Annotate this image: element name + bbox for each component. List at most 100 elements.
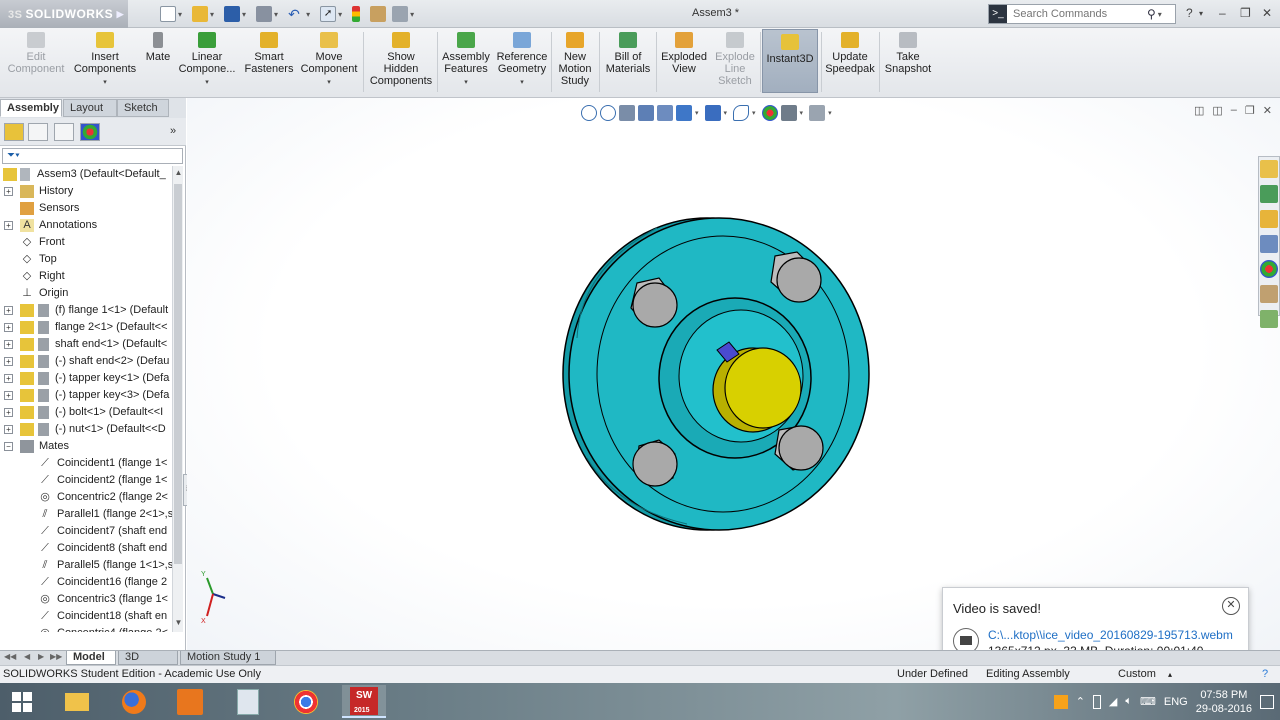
view-palette-icon[interactable] bbox=[1260, 235, 1278, 253]
network-icon[interactable]: ◢ bbox=[1109, 695, 1117, 708]
tree-expand-icon[interactable]: + bbox=[4, 187, 13, 196]
tray-notification-icon[interactable] bbox=[1053, 694, 1068, 709]
tree-expand-icon[interactable]: + bbox=[4, 306, 13, 315]
tab-assembly[interactable]: Assembly bbox=[0, 99, 62, 117]
tree-item-coincident8-shaft-end[interactable]: ⟋ Coincident8 (shaft end bbox=[0, 540, 172, 557]
search-icon[interactable]: ⚲ bbox=[1147, 7, 1156, 21]
volume-icon[interactable]: 🔈︎ bbox=[1125, 695, 1132, 708]
tree-item-history[interactable]: + History bbox=[0, 183, 172, 200]
design-library-icon[interactable] bbox=[1260, 185, 1278, 203]
tree-expand-icon[interactable]: + bbox=[4, 340, 13, 349]
tab-layout[interactable]: Layout bbox=[63, 99, 117, 117]
tab-scroll-prev-icon[interactable]: ◀ bbox=[24, 652, 30, 661]
menu-arrow-icon[interactable]: ▶ bbox=[117, 0, 124, 28]
search-commands-box[interactable]: >_ ⚲ ▾ bbox=[988, 4, 1176, 24]
solidworks-resources-icon[interactable] bbox=[1260, 160, 1278, 178]
new-document-icon[interactable] bbox=[160, 6, 176, 22]
scroll-up-icon[interactable]: ▲ bbox=[173, 168, 184, 180]
search-dropdown-icon[interactable]: ▾ bbox=[1158, 10, 1162, 19]
tab-scroll-next-icon[interactable]: ▶ bbox=[38, 652, 44, 661]
section-view-icon[interactable] bbox=[638, 105, 654, 121]
file-properties-icon[interactable] bbox=[370, 6, 387, 22]
tree-item-coincident1-flange-1[interactable]: ⟋ Coincident1 (flange 1< bbox=[0, 455, 172, 472]
open-dropdown-icon[interactable]: ▾ bbox=[210, 10, 214, 19]
shaft-end-face[interactable] bbox=[724, 347, 802, 429]
tree-scrollbar[interactable]: ▲ ▼ bbox=[172, 166, 183, 632]
calculator-taskbar[interactable] bbox=[226, 685, 270, 718]
tree-item-tapper-key-3-defa[interactable]: + (-) tapper key<3> (Defa bbox=[0, 387, 172, 404]
view-orientation-icon[interactable] bbox=[676, 105, 692, 121]
linear-pattern-dropdown-icon[interactable]: ▾ bbox=[178, 77, 236, 89]
help-status-icon[interactable]: ? bbox=[1262, 666, 1268, 683]
tree-filter-field[interactable]: ⏷▾ bbox=[2, 148, 183, 164]
apply-scene-icon[interactable] bbox=[780, 105, 797, 121]
status-units[interactable]: Custom bbox=[1118, 666, 1156, 683]
tree-expand-icon[interactable]: + bbox=[4, 357, 13, 366]
viewport-close-icon[interactable]: ✕ bbox=[1263, 104, 1272, 117]
save-dropdown-icon[interactable]: ▾ bbox=[242, 10, 246, 19]
battery-icon[interactable] bbox=[1092, 694, 1101, 709]
tree-item-tapper-key-1-defa[interactable]: + (-) tapper key<1> (Defa bbox=[0, 370, 172, 387]
viewport-tile-icon[interactable]: ◫ bbox=[1212, 104, 1222, 117]
close-icon[interactable]: ✕ bbox=[1262, 6, 1272, 20]
display-manager-tab-icon[interactable] bbox=[80, 123, 100, 141]
action-center-icon[interactable] bbox=[1260, 694, 1274, 709]
explode-line-sketch-button[interactable]: Explode Line Sketch bbox=[712, 32, 758, 87]
tree-item-top[interactable]: ◇ Top bbox=[0, 251, 172, 268]
tree-item-coincident18-shaft-en[interactable]: ⟋ Coincident18 (shaft en bbox=[0, 608, 172, 625]
firefox-taskbar[interactable] bbox=[112, 685, 156, 718]
tree-item-sensors[interactable]: Sensors bbox=[0, 200, 172, 217]
tree-item-concentric3-flange-1[interactable]: ◎ Concentric3 (flange 1< bbox=[0, 591, 172, 608]
tree-item-concentric2-flange-2[interactable]: ◎ Concentric2 (flange 2< bbox=[0, 489, 172, 506]
solidworks-logo[interactable]: 3S SOLIDWORKS ▶ bbox=[0, 0, 128, 28]
hide-show-items-icon[interactable] bbox=[733, 105, 750, 121]
update-speedpak-button[interactable]: Update Speedpak bbox=[823, 32, 877, 75]
tab-model[interactable]: Model bbox=[66, 651, 116, 665]
undo-icon[interactable]: ↶ bbox=[288, 6, 304, 22]
assembly-features-button[interactable]: Assembly Features ▾ bbox=[441, 32, 491, 89]
tree-expand-icon[interactable]: + bbox=[4, 425, 13, 434]
tab-motion-study[interactable]: Motion Study 1 bbox=[180, 651, 276, 665]
open-folder-icon[interactable] bbox=[192, 6, 209, 22]
linear-component-pattern-button[interactable]: Linear Compone... ▾ bbox=[178, 32, 236, 89]
tab-sketch[interactable]: Sketch bbox=[117, 99, 169, 117]
reference-geometry-button[interactable]: Reference Geometry ▾ bbox=[495, 32, 549, 89]
scroll-down-icon[interactable]: ▼ bbox=[173, 618, 184, 630]
apply-scene-dropdown-icon[interactable]: ▾ bbox=[800, 109, 804, 117]
clock[interactable]: 07:58 PM 29-08-2016 bbox=[1196, 688, 1252, 716]
scroll-thumb[interactable] bbox=[174, 184, 182, 564]
undo-dropdown-icon[interactable]: ▾ bbox=[306, 10, 310, 19]
view-settings-dropdown-icon[interactable]: ▾ bbox=[828, 109, 832, 117]
tree-item-right[interactable]: ◇ Right bbox=[0, 268, 172, 285]
select-arrow-icon[interactable]: ➚ bbox=[320, 6, 337, 22]
tree-item-annotations[interactable]: + A Annotations bbox=[0, 217, 172, 234]
assembly-features-dropdown-icon[interactable]: ▾ bbox=[441, 77, 491, 89]
minimize-icon[interactable]: – bbox=[1219, 6, 1226, 20]
tree-item-origin[interactable]: ⊥ Origin bbox=[0, 285, 172, 302]
zoom-to-area-icon[interactable] bbox=[600, 105, 616, 121]
tree-item-bolt-1-default-i[interactable]: + (-) bolt<1> (Default<<I bbox=[0, 404, 172, 421]
tab-scroll-last-icon[interactable]: ▶▶ bbox=[50, 652, 62, 661]
tree-item-flange-2-1-default[interactable]: + flange 2<1> (Default<< bbox=[0, 319, 172, 336]
hide-show-dropdown-icon[interactable]: ▾ bbox=[752, 109, 756, 117]
tab-3d-views[interactable]: 3D Views bbox=[118, 651, 178, 676]
print-icon[interactable] bbox=[256, 6, 273, 22]
viewport-minimize-icon[interactable]: – bbox=[1231, 104, 1237, 117]
tree-item-front[interactable]: ◇ Front bbox=[0, 234, 172, 251]
tree-expand-icon[interactable]: + bbox=[4, 221, 13, 230]
reference-geometry-dropdown-icon[interactable]: ▾ bbox=[495, 77, 549, 89]
insert-components-button[interactable]: Insert Components ▾ bbox=[72, 32, 138, 89]
show-hidden-components-button[interactable]: Show Hidden Components bbox=[368, 32, 434, 87]
language-indicator[interactable]: ENG bbox=[1164, 696, 1188, 708]
tree-expand-icon[interactable]: − bbox=[4, 442, 13, 451]
file-explorer-taskbar[interactable] bbox=[55, 685, 99, 718]
notification-file-link[interactable]: C:\...ktop\\ice_video_20160829-195713.we… bbox=[988, 628, 1233, 642]
start-button[interactable] bbox=[0, 685, 44, 718]
graphics-area[interactable]: ▾ ▾ ▾ ▾ ▾ ◫ ◫ – ❐ ✕ Y X bbox=[187, 98, 1280, 650]
keyboard-icon[interactable]: ⌨ bbox=[1140, 695, 1156, 708]
tree-item-nut-1-default-d[interactable]: + (-) nut<1> (Default<<D bbox=[0, 421, 172, 438]
select-dropdown-icon[interactable]: ▾ bbox=[338, 10, 342, 19]
tree-item-mates[interactable]: − Mates bbox=[0, 438, 172, 455]
options-icon[interactable] bbox=[392, 6, 409, 22]
tree-item-parallel1-flange-2-1-s[interactable]: ⫽ Parallel1 (flange 2<1>,s bbox=[0, 506, 172, 523]
